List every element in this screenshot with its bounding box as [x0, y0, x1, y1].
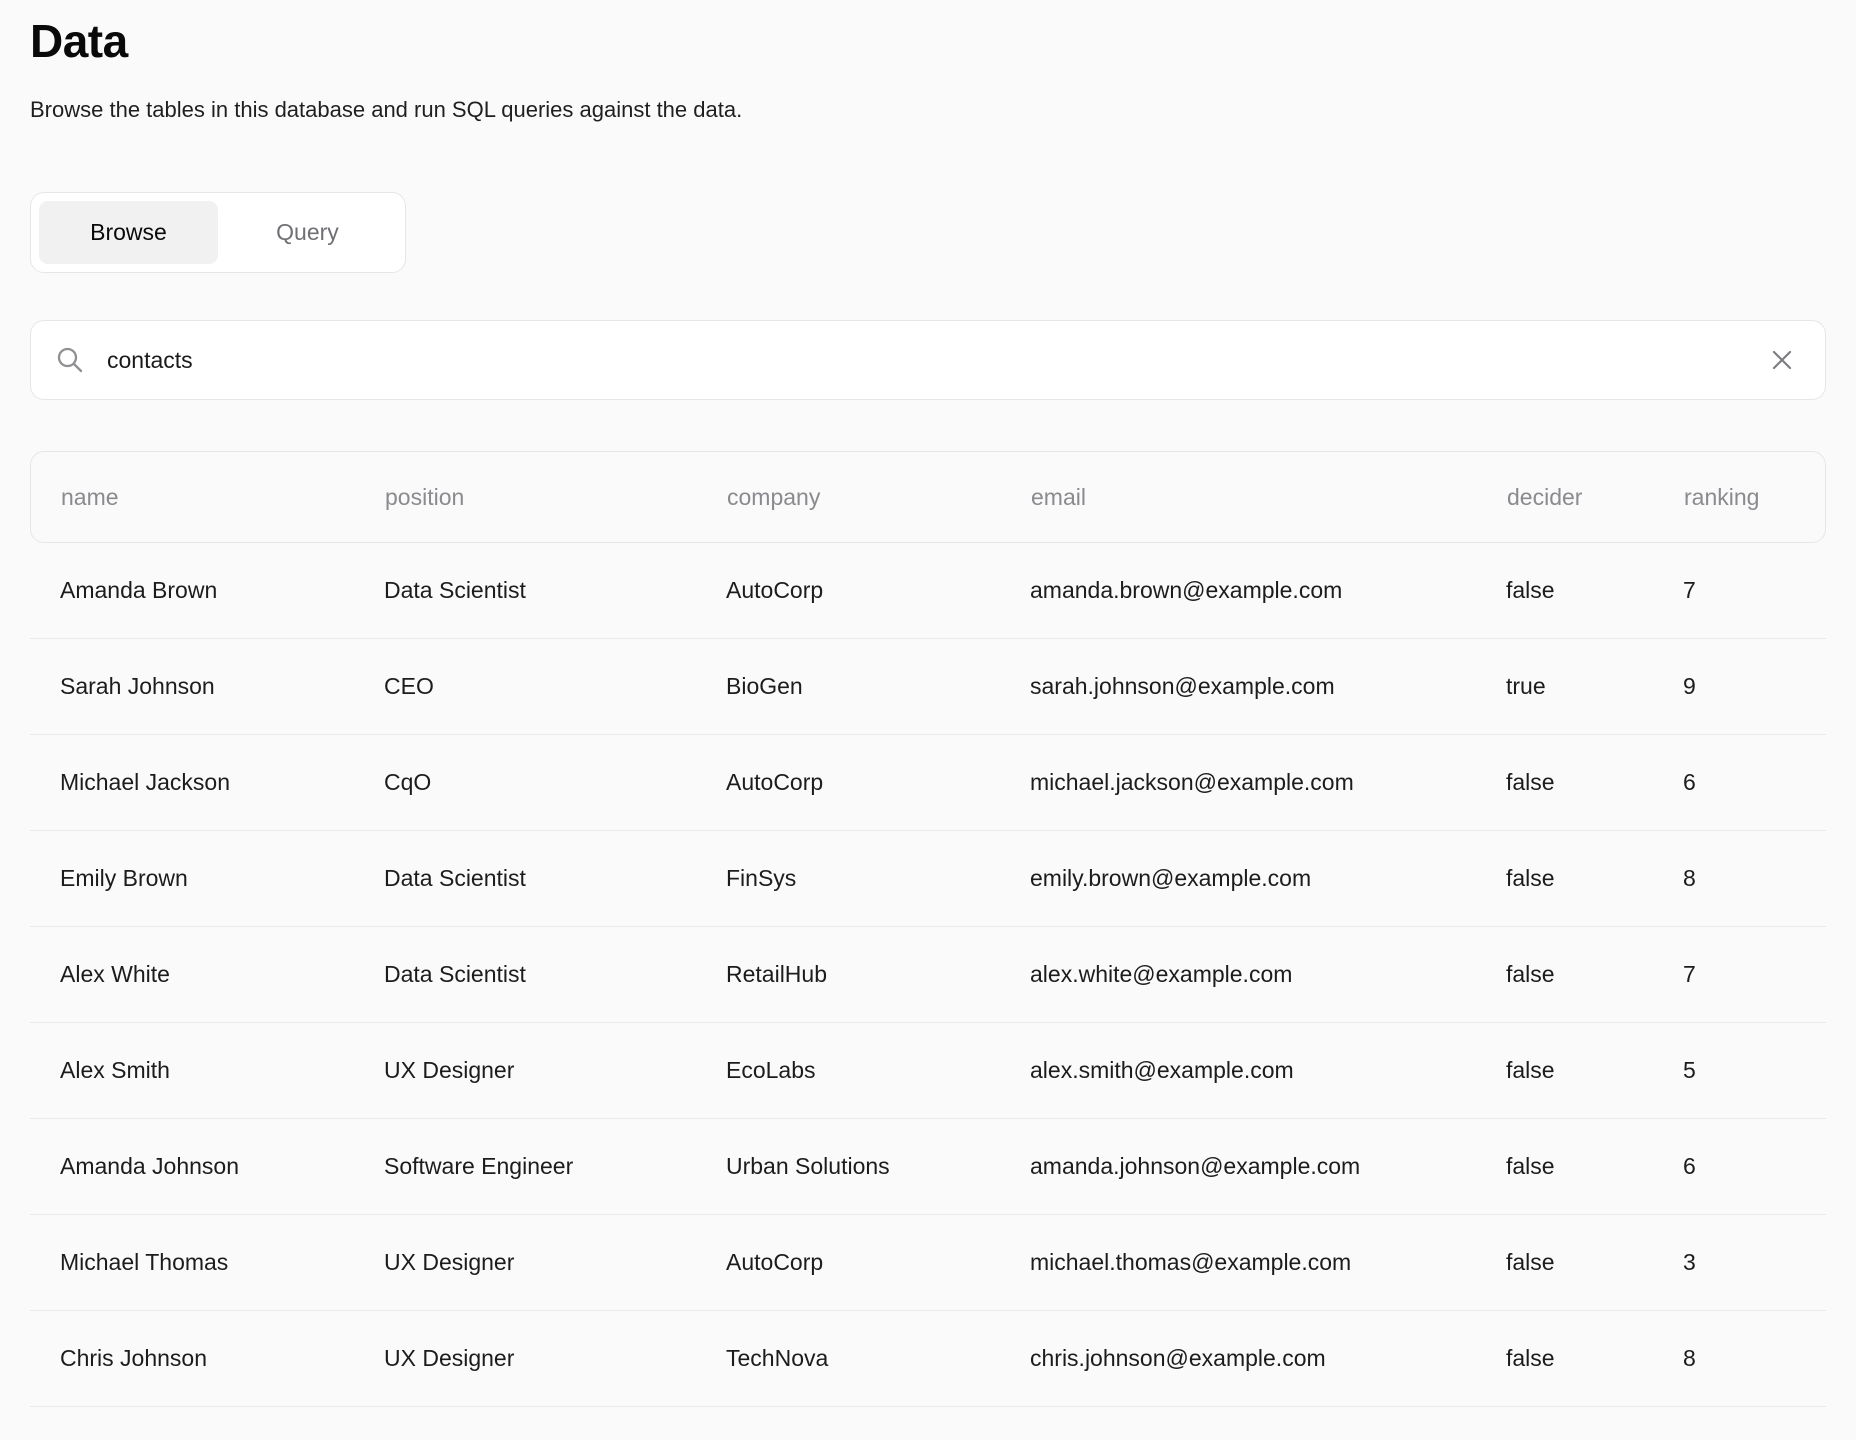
- cell-company: TechNova: [726, 1345, 1030, 1372]
- cell-decider: false: [1506, 1153, 1683, 1180]
- table-row: Michael ThomasUX DesignerAutoCorpmichael…: [30, 1215, 1826, 1311]
- cell-company: EcoLabs: [726, 1057, 1030, 1084]
- cell-email: chris.johnson@example.com: [1030, 1345, 1506, 1372]
- cell-ranking: 8: [1683, 1345, 1796, 1372]
- column-header-email: email: [1031, 484, 1507, 511]
- cell-name: Chris Johnson: [60, 1345, 384, 1372]
- table-row: Amanda BrownData ScientistAutoCorpamanda…: [30, 543, 1826, 639]
- cell-position: UX Designer: [384, 1057, 726, 1084]
- cell-name: Emily Brown: [60, 865, 384, 892]
- cell-position: UX Designer: [384, 1249, 726, 1276]
- table-row: Amanda JohnsonSoftware EngineerUrban Sol…: [30, 1119, 1826, 1215]
- table-row: Sarah JohnsonCEOBioGensarah.johnson@exam…: [30, 639, 1826, 735]
- cell-ranking: 6: [1683, 769, 1796, 796]
- cell-position: CqO: [384, 769, 726, 796]
- cell-name: Amanda Johnson: [60, 1153, 384, 1180]
- cell-name: Michael Jackson: [60, 769, 384, 796]
- page-title: Data: [30, 16, 1826, 67]
- search-input[interactable]: [107, 321, 1763, 399]
- cell-email: amanda.johnson@example.com: [1030, 1153, 1506, 1180]
- cell-email: amanda.brown@example.com: [1030, 577, 1506, 604]
- tab-query[interactable]: Query: [218, 201, 397, 264]
- cell-email: michael.jackson@example.com: [1030, 769, 1506, 796]
- cell-ranking: 3: [1683, 1249, 1796, 1276]
- table-row: Michael JacksonCqOAutoCorpmichael.jackso…: [30, 735, 1826, 831]
- cell-ranking: 5: [1683, 1057, 1796, 1084]
- table-row: Alex WhiteData ScientistRetailHubalex.wh…: [30, 927, 1826, 1023]
- table-header-row: namepositioncompanyemaildeciderranking: [30, 451, 1826, 543]
- column-header-company: company: [727, 484, 1031, 511]
- cell-decider: false: [1506, 961, 1683, 988]
- cell-position: UX Designer: [384, 1345, 726, 1372]
- cell-ranking: 8: [1683, 865, 1796, 892]
- search-box: [30, 320, 1826, 400]
- view-mode-tabs: Browse Query: [30, 192, 406, 273]
- cell-email: alex.white@example.com: [1030, 961, 1506, 988]
- cell-company: BioGen: [726, 673, 1030, 700]
- cell-decider: false: [1506, 865, 1683, 892]
- data-page: Data Browse the tables in this database …: [0, 0, 1856, 1407]
- results-table: namepositioncompanyemaildeciderranking A…: [30, 451, 1826, 1407]
- cell-company: Urban Solutions: [726, 1153, 1030, 1180]
- cell-company: AutoCorp: [726, 577, 1030, 604]
- page-subtitle: Browse the tables in this database and r…: [30, 95, 1826, 125]
- cell-email: emily.brown@example.com: [1030, 865, 1506, 892]
- cell-position: Data Scientist: [384, 577, 726, 604]
- cell-name: Michael Thomas: [60, 1249, 384, 1276]
- cell-company: RetailHub: [726, 961, 1030, 988]
- search-icon: [55, 345, 85, 375]
- table-row: Chris JohnsonUX DesignerTechNovachris.jo…: [30, 1311, 1826, 1407]
- cell-ranking: 7: [1683, 961, 1796, 988]
- column-header-name: name: [61, 484, 385, 511]
- cell-position: Data Scientist: [384, 961, 726, 988]
- clear-search-button[interactable]: [1763, 341, 1801, 379]
- cell-email: sarah.johnson@example.com: [1030, 673, 1506, 700]
- cell-company: AutoCorp: [726, 769, 1030, 796]
- cell-company: AutoCorp: [726, 1249, 1030, 1276]
- cell-position: CEO: [384, 673, 726, 700]
- cell-name: Alex White: [60, 961, 384, 988]
- close-icon: [1769, 347, 1795, 373]
- cell-decider: false: [1506, 1057, 1683, 1084]
- cell-position: Software Engineer: [384, 1153, 726, 1180]
- cell-ranking: 7: [1683, 577, 1796, 604]
- column-header-decider: decider: [1507, 484, 1684, 511]
- column-header-position: position: [385, 484, 727, 511]
- cell-name: Amanda Brown: [60, 577, 384, 604]
- cell-decider: false: [1506, 1249, 1683, 1276]
- cell-ranking: 9: [1683, 673, 1796, 700]
- cell-email: michael.thomas@example.com: [1030, 1249, 1506, 1276]
- cell-decider: true: [1506, 673, 1683, 700]
- table-row: Alex SmithUX DesignerEcoLabsalex.smith@e…: [30, 1023, 1826, 1119]
- table-body: Amanda BrownData ScientistAutoCorpamanda…: [30, 543, 1826, 1407]
- cell-email: alex.smith@example.com: [1030, 1057, 1506, 1084]
- cell-name: Sarah Johnson: [60, 673, 384, 700]
- tab-browse[interactable]: Browse: [39, 201, 218, 264]
- cell-decider: false: [1506, 577, 1683, 604]
- cell-company: FinSys: [726, 865, 1030, 892]
- cell-decider: false: [1506, 769, 1683, 796]
- cell-ranking: 6: [1683, 1153, 1796, 1180]
- cell-position: Data Scientist: [384, 865, 726, 892]
- table-row: Emily BrownData ScientistFinSysemily.bro…: [30, 831, 1826, 927]
- cell-decider: false: [1506, 1345, 1683, 1372]
- column-header-ranking: ranking: [1684, 484, 1795, 511]
- cell-name: Alex Smith: [60, 1057, 384, 1084]
